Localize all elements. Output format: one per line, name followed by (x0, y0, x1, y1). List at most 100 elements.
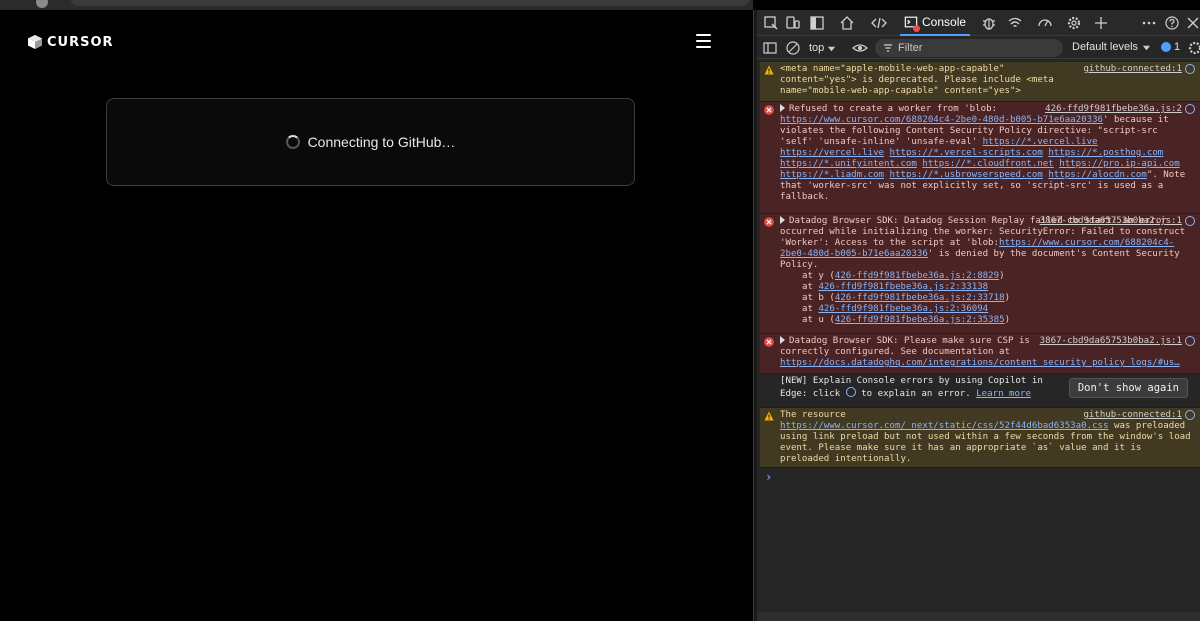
message-source-link[interactable]: 426-ffd9f981fbebe36a.js:2 (1045, 104, 1182, 115)
live-expression-eye-icon[interactable] (852, 40, 868, 56)
expand-triangle-icon[interactable] (780, 216, 785, 224)
tab-console[interactable]: Console (900, 10, 971, 36)
sidebar-toggle-icon[interactable] (762, 40, 778, 56)
console-prompt[interactable]: › (765, 470, 772, 484)
issues-counter[interactable]: 1 (1161, 41, 1180, 53)
message-source-link[interactable]: github-connected:1 (1083, 410, 1182, 421)
console-error-message[interactable]: Datadog Browser SDK: Please make sure CS… (760, 334, 1200, 374)
log-levels-label: Default levels (1072, 41, 1139, 53)
error-icon (764, 105, 774, 115)
context-selector-value: top (809, 42, 825, 54)
web-page: CURSOR Connecting to GitHub… (0, 10, 753, 621)
issues-chat-icon (1161, 42, 1171, 52)
stack-frame: at b (426-ffd9f981fbebe36a.js:2:33718) (802, 293, 1011, 303)
more-options-icon[interactable] (1141, 15, 1157, 31)
learn-more-link[interactable]: Learn more (976, 389, 1031, 399)
welcome-home-icon[interactable] (839, 15, 855, 31)
copilot-explain-icon[interactable] (1185, 410, 1195, 420)
filter-input[interactable] (898, 42, 1048, 54)
performance-gauge-icon[interactable] (1037, 15, 1053, 31)
warning-icon (764, 411, 774, 421)
loading-spinner-icon (285, 135, 300, 149)
message-link[interactable]: https://*.usbrowserspeed.com (890, 170, 1043, 180)
add-tab-plus-icon[interactable] (1093, 15, 1109, 31)
copilot-explain-icon[interactable] (1185, 64, 1195, 74)
message-link[interactable]: https://docs.datadoghq.com/integrations/… (780, 358, 1180, 368)
console-toolbar: top Default levels 1 (757, 37, 1200, 59)
dock-side-icon[interactable] (809, 15, 825, 31)
clear-console-icon[interactable] (785, 40, 801, 56)
message-link[interactable]: https://*.posthog.com (1048, 148, 1163, 158)
stack-frame: at u (426-ffd9f981fbebe36a.js:2:35385) (802, 315, 1011, 325)
message-text: Datadog Browser SDK: Please make sure CS… (780, 336, 1030, 357)
device-emulation-icon[interactable] (785, 15, 801, 31)
message-source-link[interactable]: 3867-cbd9da65753b0ba2.js:1 (1040, 336, 1182, 347)
address-bar[interactable] (70, 0, 750, 6)
message-source-link[interactable]: github-connected:1 (1083, 64, 1182, 75)
stack-frame-link[interactable]: 426-ffd9f981fbebe36a.js:2:36094 (818, 304, 988, 314)
message-link[interactable]: https://www.cursor.com/_next/static/css/… (780, 421, 1109, 431)
message-text: The resource (780, 410, 846, 420)
error-icon (764, 337, 774, 347)
context-selector[interactable]: top (809, 40, 836, 56)
console-settings-gear-icon[interactable] (1187, 40, 1200, 56)
copilot-tip-text: to explain an error. (861, 389, 971, 399)
message-link[interactable]: https://www.cursor.com/688204c4-2be0-480… (780, 115, 1103, 125)
message-link[interactable]: https://*.unifyintent.com (780, 159, 917, 169)
message-link[interactable]: https://vercel.live (780, 148, 884, 158)
error-icon (764, 217, 774, 227)
message-link[interactable]: https://*.liadm.com (780, 170, 884, 180)
stack-frame-link[interactable]: 426-ffd9f981fbebe36a.js:2:8829 (835, 271, 999, 281)
menu-icon[interactable] (696, 33, 712, 49)
connecting-status-text: Connecting to GitHub… (307, 134, 456, 150)
warning-icon (764, 65, 774, 75)
console-warning-message[interactable]: The resource https://www.cursor.com/_nex… (760, 408, 1200, 468)
expand-triangle-icon[interactable] (780, 104, 785, 112)
stack-frame-link[interactable]: 426-ffd9f981fbebe36a.js:2:35385 (835, 315, 1005, 325)
browser-nav-icon[interactable] (36, 0, 48, 8)
message-source-link[interactable]: 3867-cbd9da65753b0ba2.js:1 (1040, 216, 1182, 227)
message-text: <meta name="apple-mobile-web-app-capable… (780, 64, 1054, 96)
message-link[interactable]: https://pro.ip-api.com (1059, 159, 1179, 169)
settings-gear-icon[interactable] (1066, 15, 1082, 31)
devtools-scrollbar[interactable] (757, 612, 1200, 621)
dont-show-again-button[interactable]: Don't show again (1068, 378, 1188, 398)
expand-triangle-icon[interactable] (780, 336, 785, 344)
copilot-explain-icon[interactable] (1185, 216, 1195, 226)
console-messages: <meta name="apple-mobile-web-app-capable… (760, 62, 1200, 468)
console-error-message[interactable]: Datadog Browser SDK: Datadog Session Rep… (760, 214, 1200, 334)
help-icon[interactable] (1164, 15, 1180, 31)
copilot-explain-icon[interactable] (1185, 336, 1195, 346)
issues-count: 1 (1174, 41, 1181, 53)
console-tab-label: Console (922, 15, 967, 29)
message-link[interactable]: https://*.vercel-scripts.com (890, 148, 1043, 158)
message-text: Refused to create a worker from 'blob: (789, 104, 998, 114)
dropdown-arrow-icon (828, 46, 836, 51)
devtools-tab-bar: Console (757, 10, 1200, 36)
bug-sources-icon[interactable] (981, 15, 997, 31)
elements-tab-icon[interactable] (871, 15, 887, 31)
connecting-card: Connecting to GitHub… (106, 98, 635, 186)
close-devtools-icon[interactable] (1185, 15, 1200, 31)
cube-logo-icon (28, 35, 42, 49)
filter-field[interactable] (875, 39, 1063, 57)
inspect-element-icon[interactable] (763, 15, 779, 31)
error-badge (913, 25, 920, 32)
devtools-panel: Console top Default levels 1 (757, 10, 1200, 621)
message-link[interactable]: https://*.vercel.live (983, 137, 1098, 147)
browser-tab-strip (0, 0, 753, 10)
copilot-tip-message: [NEW] Explain Console errors by using Co… (760, 374, 1200, 408)
message-link[interactable]: https://alocdn.com (1048, 170, 1147, 180)
network-wifi-icon[interactable] (1007, 15, 1023, 31)
stack-frame: at 426-ffd9f981fbebe36a.js:2:33138 (802, 282, 989, 292)
message-link[interactable]: https://*.cloudfront.net (922, 159, 1053, 169)
console-error-message[interactable]: Refused to create a worker from 'blob: h… (760, 102, 1200, 214)
console-warning-message[interactable]: <meta name="apple-mobile-web-app-capable… (760, 62, 1200, 102)
logo-wordmark: CURSOR (47, 34, 114, 50)
stack-trace: at y (426-ffd9f981fbebe36a.js:2:8829) at… (780, 271, 1196, 326)
stack-frame-link[interactable]: 426-ffd9f981fbebe36a.js:2:33138 (818, 282, 988, 292)
cursor-logo[interactable]: CURSOR (27, 34, 114, 50)
stack-frame-link[interactable]: 426-ffd9f981fbebe36a.js:2:33718 (835, 293, 1005, 303)
copilot-explain-icon[interactable] (1185, 104, 1195, 114)
log-levels-dropdown[interactable]: Default levels (1072, 41, 1151, 53)
